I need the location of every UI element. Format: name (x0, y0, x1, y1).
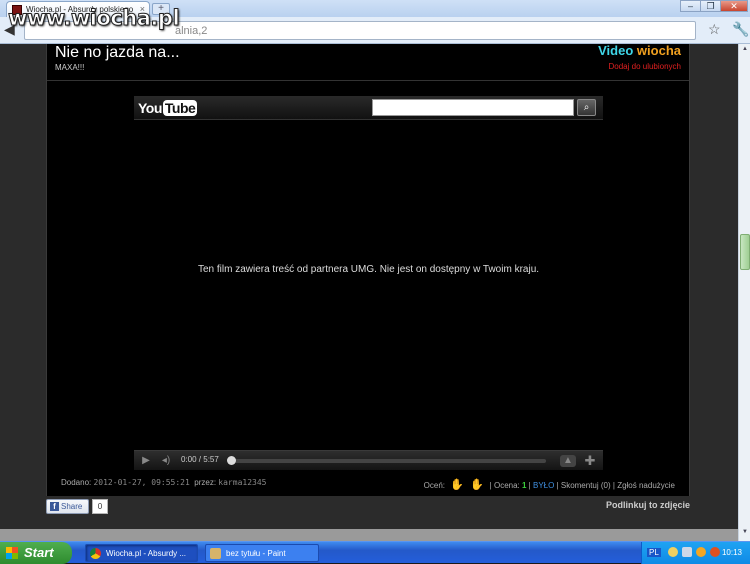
volume-icon[interactable]: ◂) (158, 454, 174, 468)
meta-left: Dodano: 2012-01-27, 09:55:21 przez: karm… (61, 478, 266, 487)
score-label: Ocena: (493, 481, 520, 490)
youtube-logo[interactable]: You Tube (138, 100, 198, 116)
chrome-icon (90, 548, 101, 559)
video-meta: Dodano: 2012-01-27, 09:55:21 przez: karm… (47, 478, 689, 492)
logo-tube: Tube (162, 100, 198, 116)
search-icon[interactable]: ⌕ (577, 99, 596, 116)
minimize-button[interactable]: – (680, 0, 701, 12)
language-indicator[interactable]: PL (647, 548, 661, 557)
maximize-button[interactable]: ❐ (700, 0, 721, 12)
scrollbar-thumb[interactable] (740, 234, 750, 270)
rate-label: Oceń: (423, 481, 446, 490)
facebook-icon: f (50, 502, 59, 511)
wiocha-label: wiocha (636, 43, 681, 58)
time-display: 0:00 / 5:57 (181, 455, 219, 464)
page-subtitle: MAXA!!! (55, 63, 85, 72)
bookmark-star-icon[interactable]: ☆ (708, 21, 721, 38)
youtube-player[interactable]: You Tube ⌕ Ten film zawiera treść od part… (134, 96, 603, 470)
video-wiocha-link[interactable]: Video wiocha (598, 43, 681, 58)
report-link[interactable]: Zgłoś nadużycie (617, 481, 675, 490)
youtube-header: You Tube ⌕ (134, 96, 603, 120)
horizontal-scrollbar[interactable] (0, 529, 738, 541)
bylo-link[interactable]: BYŁO (533, 481, 554, 490)
taskbar-item-label: Wiocha.pl - Absurdy ... (106, 549, 187, 558)
close-window-button[interactable]: ✕ (720, 0, 748, 12)
sun-icon[interactable] (696, 547, 706, 557)
taskbar-item-chrome[interactable]: Wiocha.pl - Absurdy ... (85, 544, 198, 562)
fullscreen-icon[interactable]: ✚ (582, 454, 598, 468)
page-title: Nie no jazda na... (55, 44, 180, 61)
progress-handle[interactable] (227, 456, 236, 465)
share-count: 0 (92, 499, 108, 514)
by-value[interactable]: karma12345 (218, 478, 266, 487)
watermark-logo: www.wiocha.pl (7, 6, 180, 31)
thumbs-up-icon[interactable]: ✋ (450, 479, 464, 491)
url-text: alnia,2 (175, 25, 208, 37)
progress-track[interactable] (230, 459, 546, 463)
scroll-up-icon[interactable]: ▲ (740, 46, 750, 56)
by-label: przez: (194, 478, 217, 487)
expand-icon[interactable]: ▲ (560, 455, 576, 467)
vertical-scrollbar[interactable]: ▲ ▼ (738, 44, 750, 541)
youtube-search-input[interactable] (372, 99, 574, 116)
page-viewport: Nie no jazda na... MAXA!!! Video wiocha … (0, 43, 738, 541)
meta-right: Oceń: ✋ ✋ | Ocena: 1 | BYŁO | Skomentuj (0… (423, 479, 675, 491)
play-icon[interactable]: ▶ (138, 454, 154, 468)
start-label: Start (24, 545, 54, 560)
tray-arrow-icon[interactable] (668, 547, 678, 557)
taskbar-item-paint[interactable]: bez tytułu - Paint (205, 544, 319, 562)
content-panel: Nie no jazda na... MAXA!!! Video wiocha … (46, 43, 690, 496)
start-button[interactable]: Start (0, 542, 72, 564)
unavailable-message: Ten film zawiera treść od partnera UMG. … (197, 264, 540, 275)
added-label: Dodano: (61, 478, 92, 487)
clock: 10:13 (721, 548, 742, 557)
share-label: Share (61, 502, 83, 511)
score-value: 1 (522, 481, 527, 490)
antivirus-icon[interactable] (710, 547, 720, 557)
facebook-share-button[interactable]: f Share (46, 499, 89, 514)
added-value: 2012-01-27, 09:55:21 (93, 478, 190, 487)
link-photo-link[interactable]: Podlinkuj to zdjęcie (606, 500, 690, 510)
add-favorites-link[interactable]: Dodaj do ulubionych (609, 62, 682, 71)
windows-flag-icon (6, 547, 18, 559)
system-tray: PL 10:13 (641, 542, 750, 564)
divider (47, 80, 689, 81)
taskbar: Start Wiocha.pl - Absurdy ... bez tytułu… (0, 541, 750, 564)
logo-you: You (138, 100, 162, 116)
scroll-down-icon[interactable]: ▼ (740, 529, 750, 539)
taskbar-item-label: bez tytułu - Paint (226, 549, 286, 558)
player-controls: ▶ ◂) 0:00 / 5:57 ▲ ✚ (134, 450, 603, 470)
comment-link[interactable]: Skomentuj (0) (561, 481, 611, 490)
paint-icon (210, 548, 221, 559)
video-label: Video (598, 43, 634, 58)
keyboard-icon[interactable] (682, 547, 692, 557)
wrench-menu-icon[interactable]: 🔧 (732, 21, 749, 38)
thumbs-down-icon[interactable]: ✋ (470, 479, 484, 491)
